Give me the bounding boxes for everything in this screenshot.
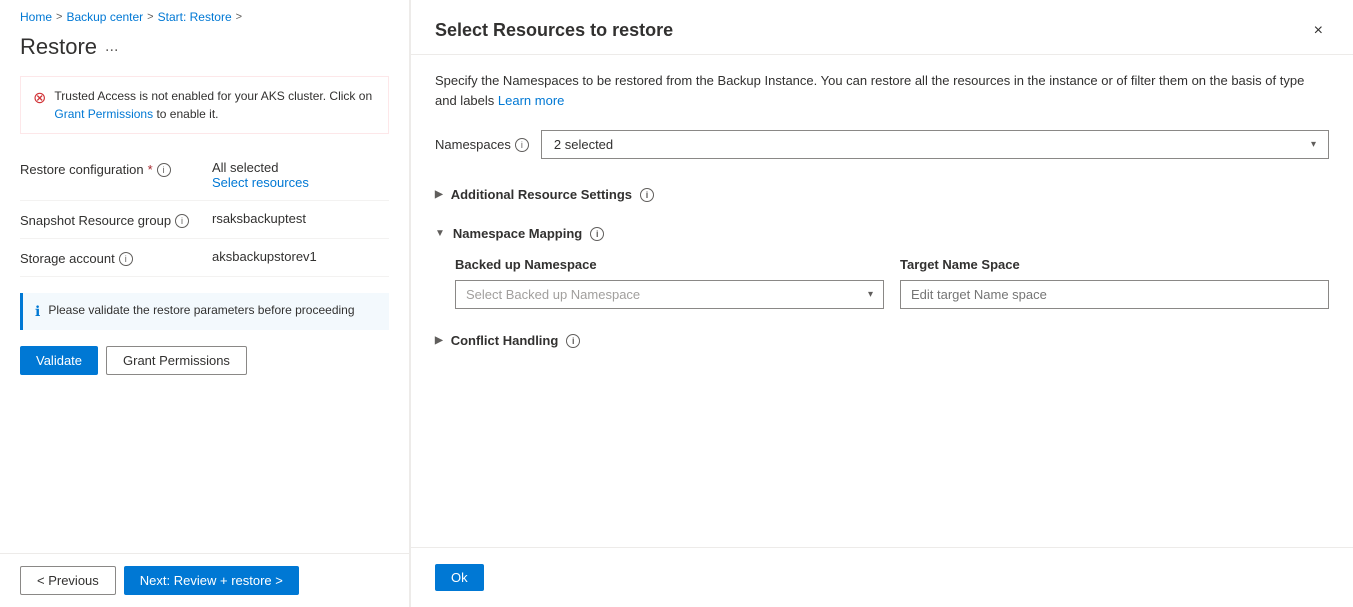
page-options-menu[interactable]: ... bbox=[105, 38, 118, 56]
snapshot-rg-label: Snapshot Resource group i bbox=[20, 211, 200, 228]
namespace-mapping-section: ▼ Namespace Mapping i Backed up Namespac… bbox=[435, 218, 1329, 317]
previous-button[interactable]: < Previous bbox=[20, 566, 116, 595]
learn-more-link[interactable]: Learn more bbox=[498, 93, 564, 108]
storage-account-label-text: Storage account bbox=[20, 251, 115, 266]
target-namespace-header: Target Name Space bbox=[900, 257, 1329, 272]
conflict-handling-info-icon[interactable]: i bbox=[566, 334, 580, 348]
modal-title: Select Resources to restore bbox=[435, 20, 673, 41]
conflict-handling-section: ▶ Conflict Handling i bbox=[435, 325, 1329, 356]
backed-up-namespace-header: Backed up Namespace bbox=[455, 257, 884, 272]
restore-config-required: * bbox=[148, 162, 153, 177]
warning-box: ⊗ Trusted Access is not enabled for your… bbox=[20, 76, 389, 134]
storage-account-info-icon[interactable]: i bbox=[119, 252, 133, 266]
modal-description: Specify the Namespaces to be restored fr… bbox=[435, 71, 1329, 110]
breadcrumb: Home > Backup center > Start: Restore > bbox=[0, 0, 409, 30]
backed-up-namespace-placeholder: Select Backed up Namespace bbox=[466, 287, 640, 302]
additional-settings-header[interactable]: ▶ Additional Resource Settings i bbox=[435, 179, 1329, 210]
validate-button[interactable]: Validate bbox=[20, 346, 98, 375]
restore-config-label: Restore configuration * i bbox=[20, 160, 200, 177]
breadcrumb-sep2: > bbox=[147, 11, 153, 23]
backed-up-namespace-dropdown[interactable]: Select Backed up Namespace ▾ bbox=[455, 280, 884, 309]
breadcrumb-start-restore[interactable]: Start: Restore bbox=[158, 10, 232, 24]
modal-header: Select Resources to restore × bbox=[411, 0, 1353, 55]
snapshot-rg-value-text: rsaksbackuptest bbox=[212, 211, 306, 226]
namespace-table-header: Backed up Namespace Target Name Space bbox=[455, 257, 1329, 272]
target-namespace-input[interactable] bbox=[900, 280, 1329, 309]
conflict-handling-label: Conflict Handling bbox=[451, 333, 559, 348]
storage-account-row: Storage account i aksbackupstorev1 bbox=[20, 239, 389, 277]
info-bar-text: Please validate the restore parameters b… bbox=[48, 303, 354, 317]
additional-settings-info-icon[interactable]: i bbox=[640, 188, 654, 202]
breadcrumb-sep3: > bbox=[236, 11, 242, 23]
namespace-mapping-label: Namespace Mapping bbox=[453, 226, 582, 241]
breadcrumb-home[interactable]: Home bbox=[20, 10, 52, 24]
modal-footer: Ok bbox=[411, 547, 1353, 607]
namespace-input-row: Select Backed up Namespace ▾ bbox=[455, 280, 1329, 309]
restore-config-label-text: Restore configuration bbox=[20, 162, 144, 177]
restore-config-info-icon[interactable]: i bbox=[157, 163, 171, 177]
namespaces-label-text: Namespaces bbox=[435, 137, 511, 152]
storage-account-value: aksbackupstorev1 bbox=[212, 249, 389, 264]
namespaces-field-row: Namespaces i 2 selected ▾ bbox=[435, 130, 1329, 159]
restore-config-row: Restore configuration * i All selected S… bbox=[20, 150, 389, 201]
additional-settings-section: ▶ Additional Resource Settings i bbox=[435, 179, 1329, 210]
warning-text: Trusted Access is not enabled for your A… bbox=[54, 87, 376, 123]
select-resources-link[interactable]: Select resources bbox=[212, 175, 389, 190]
warning-icon: ⊗ bbox=[33, 88, 46, 108]
form-section: Restore configuration * i All selected S… bbox=[0, 150, 409, 277]
action-buttons: Validate Grant Permissions bbox=[0, 346, 409, 391]
additional-settings-chevron: ▶ bbox=[435, 189, 443, 200]
namespace-mapping-info-icon[interactable]: i bbox=[590, 227, 604, 241]
storage-account-value-text: aksbackupstorev1 bbox=[212, 249, 317, 264]
namespaces-value: 2 selected bbox=[554, 137, 613, 152]
namespaces-dropdown-arrow: ▾ bbox=[1311, 139, 1316, 150]
warning-message: Trusted Access is not enabled for your A… bbox=[54, 89, 372, 103]
ok-button[interactable]: Ok bbox=[435, 564, 484, 591]
info-bar-icon: ℹ bbox=[35, 303, 40, 320]
namespaces-label: Namespaces i bbox=[435, 137, 529, 152]
breadcrumb-sep1: > bbox=[56, 11, 62, 23]
snapshot-rg-value: rsaksbackuptest bbox=[212, 211, 389, 226]
page-title-text: Restore bbox=[20, 34, 97, 60]
snapshot-rg-label-text: Snapshot Resource group bbox=[20, 213, 171, 228]
additional-settings-label: Additional Resource Settings bbox=[451, 187, 632, 202]
storage-account-label: Storage account i bbox=[20, 249, 200, 266]
conflict-handling-chevron: ▶ bbox=[435, 335, 443, 346]
namespace-mapping-header[interactable]: ▼ Namespace Mapping i bbox=[435, 218, 1329, 249]
next-button[interactable]: Next: Review + restore > bbox=[124, 566, 299, 595]
modal-panel: Select Resources to restore × Specify th… bbox=[410, 0, 1353, 607]
page-title: Restore ... bbox=[0, 30, 409, 76]
snapshot-rg-info-icon[interactable]: i bbox=[175, 214, 189, 228]
modal-desc-text: Specify the Namespaces to be restored fr… bbox=[435, 73, 1304, 108]
backed-up-namespace-arrow: ▾ bbox=[868, 289, 873, 300]
restore-config-value: All selected Select resources bbox=[212, 160, 389, 190]
left-panel: Home > Backup center > Start: Restore > … bbox=[0, 0, 410, 607]
namespace-mapping-content: Backed up Namespace Target Name Space Se… bbox=[435, 249, 1329, 317]
namespaces-dropdown[interactable]: 2 selected ▾ bbox=[541, 130, 1329, 159]
conflict-handling-header[interactable]: ▶ Conflict Handling i bbox=[435, 325, 1329, 356]
namespace-mapping-chevron: ▼ bbox=[435, 228, 445, 239]
breadcrumb-backup-center[interactable]: Backup center bbox=[66, 10, 143, 24]
grant-permissions-link[interactable]: Grant Permissions bbox=[54, 107, 153, 121]
bottom-nav: < Previous Next: Review + restore > bbox=[0, 553, 409, 607]
grant-permissions-button[interactable]: Grant Permissions bbox=[106, 346, 247, 375]
modal-close-button[interactable]: × bbox=[1308, 20, 1329, 42]
restore-config-value-text: All selected bbox=[212, 160, 278, 175]
snapshot-rg-row: Snapshot Resource group i rsaksbackuptes… bbox=[20, 201, 389, 239]
warning-message-2: to enable it. bbox=[156, 107, 218, 121]
namespaces-info-icon[interactable]: i bbox=[515, 138, 529, 152]
modal-body: Specify the Namespaces to be restored fr… bbox=[411, 55, 1353, 547]
info-bar: ℹ Please validate the restore parameters… bbox=[20, 293, 389, 330]
